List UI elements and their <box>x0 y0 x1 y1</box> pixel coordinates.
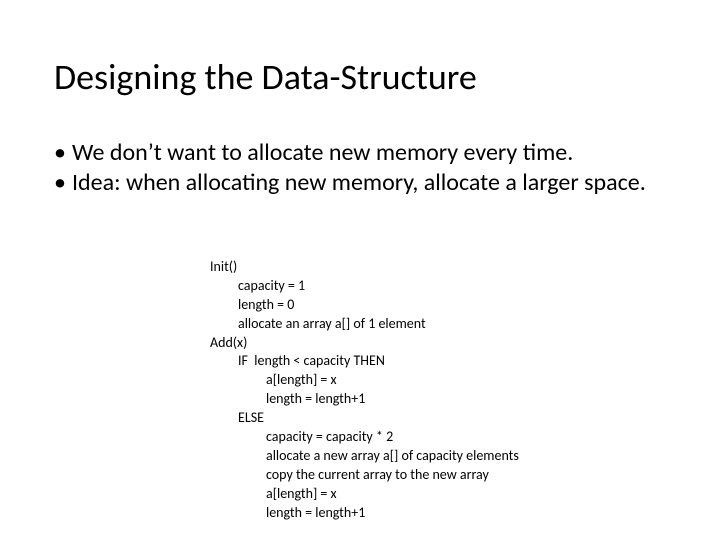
bullet-item: • Idea: when allocating new memory, allo… <box>54 168 666 198</box>
bullet-dot-icon: • <box>54 138 72 168</box>
code-line: allocate an array a[] of 1 element <box>210 315 519 334</box>
code-line: length = length+1 <box>210 390 519 409</box>
slide: Designing the Data-Structure • We don’t … <box>0 0 720 540</box>
code-line: allocate a new array a[] of capacity ele… <box>210 447 519 466</box>
pseudocode-block: Init() capacity = 1 length = 0 allocate … <box>210 258 519 522</box>
bullet-text: Idea: when allocating new memory, alloca… <box>72 168 666 198</box>
bullet-list: • We don’t want to allocate new memory e… <box>54 138 666 198</box>
slide-title: Designing the Data-Structure <box>54 58 477 98</box>
bullet-item: • We don’t want to allocate new memory e… <box>54 138 666 168</box>
code-line: length = 0 <box>210 296 519 315</box>
bullet-dot-icon: • <box>54 168 72 198</box>
code-line: Add(x) <box>210 334 519 353</box>
code-line: capacity = capacity * 2 <box>210 428 519 447</box>
code-line: Init() <box>210 258 519 277</box>
code-line: IF length < capacity THEN <box>210 352 519 371</box>
bullet-text: We don’t want to allocate new memory eve… <box>72 138 666 168</box>
code-line: ELSE <box>210 409 519 428</box>
code-line: a[length] = x <box>210 371 519 390</box>
code-line: length = length+1 <box>210 504 519 523</box>
code-line: capacity = 1 <box>210 277 519 296</box>
code-line: a[length] = x <box>210 485 519 504</box>
code-line: copy the current array to the new array <box>210 466 519 485</box>
